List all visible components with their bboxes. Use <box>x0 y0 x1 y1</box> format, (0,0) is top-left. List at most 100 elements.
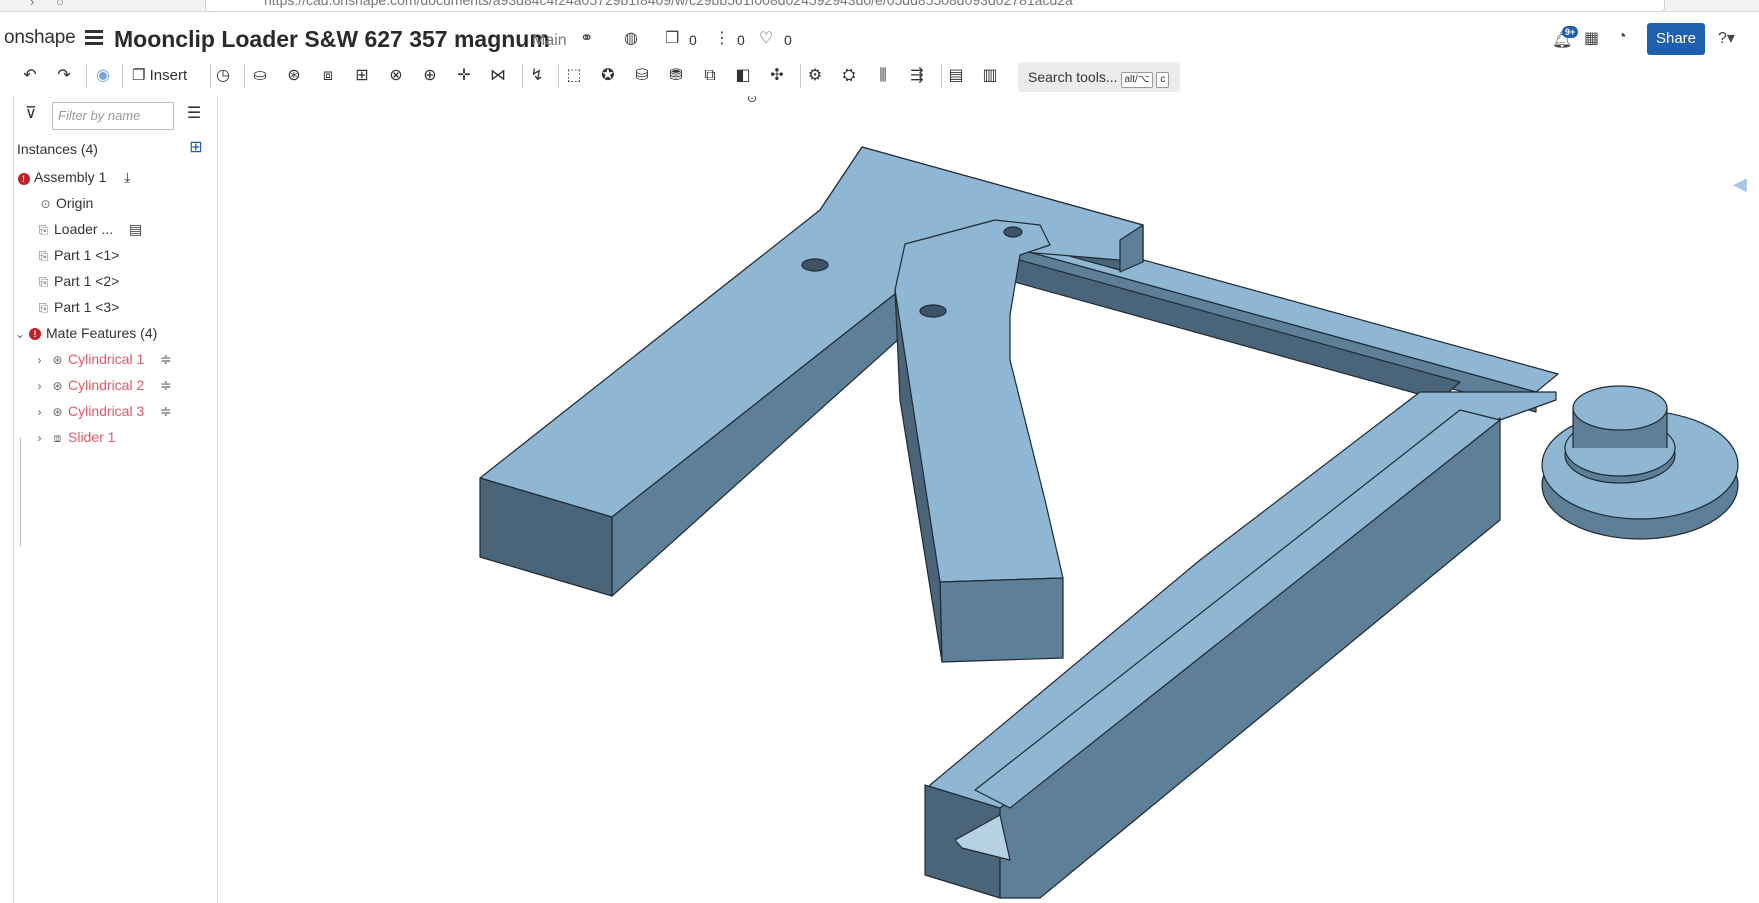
instance-label: Part 1 <2> <box>54 273 120 289</box>
replicate-icon[interactable]: ⛁ <box>630 64 654 88</box>
parallel-mate-icon[interactable]: ⋈ <box>486 64 510 88</box>
likes-count: 0 <box>784 32 792 48</box>
mate-label: Cylindrical 3 <box>68 403 145 419</box>
hamburger-menu-icon[interactable] <box>85 30 103 45</box>
rack-pinion-icon[interactable]: ⛭ <box>837 64 861 88</box>
part-icon: ⎘ <box>38 301 49 315</box>
pin-slot-mate-icon[interactable]: ⊕ <box>418 64 442 88</box>
shortcut-key-alt: alt/⌥ <box>1120 72 1154 88</box>
slider-mate-icon[interactable]: ⧈ <box>316 64 340 88</box>
instances-title: Instances (4) <box>17 141 98 157</box>
mate-cylindrical-1[interactable]: › ⊛ Cylindrical 1 ≑ <box>32 348 196 370</box>
offset-icon[interactable]: ≑ <box>160 374 172 396</box>
offset-icon[interactable]: ≑ <box>160 348 172 370</box>
branches-icon[interactable]: ⋮ <box>714 28 730 48</box>
section-view-icon[interactable]: ▥ <box>978 64 1002 88</box>
mate-slider-1[interactable]: › ⧈ Slider 1 <box>32 426 196 448</box>
instance-part-3[interactable]: ⎘ Part 1 <3> <box>36 296 120 318</box>
list-view-icon[interactable]: ☰ <box>182 102 206 126</box>
instance-label: Origin <box>56 195 94 211</box>
toolbar-divider <box>244 64 245 88</box>
chevron-right-icon[interactable]: › <box>32 349 47 371</box>
document-header: onshape Moonclip Loader S&W 627 357 magn… <box>0 12 1759 56</box>
branch-name[interactable]: Main <box>532 32 567 50</box>
chevron-right-icon[interactable]: › <box>32 375 47 397</box>
app-store-icon[interactable]: ▦ <box>1584 28 1599 48</box>
insert-icon: ❐ <box>132 67 150 84</box>
mate-cylindrical-3[interactable]: › ⊛ Cylindrical 3 ≑ <box>32 400 196 422</box>
learning-center-icon[interactable]: ◔ <box>1617 28 1627 46</box>
cylindrical-mate-icon[interactable]: ⊗ <box>384 64 408 88</box>
new-folder-icon[interactable]: ⊞ <box>184 136 208 160</box>
gear-relation-icon[interactable]: ⚙ <box>803 64 827 88</box>
graphics-viewport[interactable]: ◀ ⊙ <box>218 96 1759 903</box>
onshape-logo[interactable]: onshape <box>4 27 76 49</box>
explode-icon[interactable]: ◧ <box>731 64 755 88</box>
reload-icon[interactable]: ○ <box>56 0 64 9</box>
chevron-right-icon[interactable]: › <box>32 427 47 449</box>
regenerate-icon[interactable]: ◉ <box>91 64 115 88</box>
mate-cylindrical-2[interactable]: › ⊛ Cylindrical 2 ≑ <box>32 374 196 396</box>
url-field[interactable]: https://cad.onshape.com/documents/a93d84… <box>205 0 1665 11</box>
fixed-icon[interactable]: ▤ <box>129 221 142 237</box>
slider-mate-error-icon: ⧈ <box>53 431 62 445</box>
chevron-down-icon[interactable]: ⌄ <box>14 323 26 345</box>
mate-connector-icon[interactable]: ✪ <box>596 64 620 88</box>
toolbar-divider <box>941 64 942 88</box>
instance-label: Assembly 1 <box>34 169 107 185</box>
mate-features-title: Mate Features (4) <box>46 325 158 341</box>
linear-relation-icon[interactable]: ⇶ <box>905 64 929 88</box>
branches-count: 0 <box>737 32 745 48</box>
like-icon[interactable]: ♡ <box>759 28 773 48</box>
instance-part-1[interactable]: ⎘ Part 1 <1> <box>36 244 120 266</box>
document-title[interactable]: Moonclip Loader S&W 627 357 magnum <box>114 26 550 53</box>
mate-features-folder[interactable]: ⌄! Mate Features (4) <box>14 322 157 344</box>
tooltip-dot-icon: ⊙ <box>747 96 757 105</box>
filter-icon[interactable]: ⊽ <box>19 102 43 126</box>
tangent-mate-icon[interactable]: ↯ <box>525 64 549 88</box>
toolbar-divider <box>522 64 523 88</box>
filter-by-name-input[interactable]: Filter by name <box>52 102 174 130</box>
fix-icon[interactable]: ⤓ <box>124 169 130 185</box>
revolute-mate-icon[interactable]: ⊛ <box>282 64 306 88</box>
instance-loader[interactable]: ⎘ Loader ... ▤ <box>36 218 143 240</box>
undo-icon[interactable]: ↶ <box>18 64 42 88</box>
pattern-icon[interactable]: ⛃ <box>664 64 688 88</box>
insert-label: Insert <box>149 67 188 84</box>
share-button[interactable]: Share <box>1647 23 1705 55</box>
mirror-icon[interactable]: ⧉ <box>698 64 722 88</box>
measure-icon[interactable]: ▤ <box>944 64 968 88</box>
planar-mate-icon[interactable]: ⊞ <box>350 64 374 88</box>
origin-icon: ⊙ <box>40 197 51 211</box>
mate-label: Cylindrical 1 <box>68 351 145 367</box>
cylindrical-mate-error-icon: ⊛ <box>52 405 63 419</box>
pivot-disk-part[interactable] <box>1541 385 1739 540</box>
ball-mate-icon[interactable]: ✛ <box>452 64 476 88</box>
instance-part-2[interactable]: ⎘ Part 1 <2> <box>36 270 120 292</box>
redo-icon[interactable]: ↷ <box>52 64 76 88</box>
versions-icon[interactable]: ❐ <box>665 28 679 48</box>
search-tools-button[interactable]: Search tools... alt/⌥ c <box>1018 62 1180 92</box>
insert-button[interactable]: ❐ Insert <box>132 64 187 88</box>
instance-assembly[interactable]: ! Assembly 1 ⤓ <box>16 166 130 188</box>
cylindrical-mate-error-icon: ⊛ <box>52 379 63 393</box>
offset-icon[interactable]: ≑ <box>160 400 172 422</box>
linear-pattern-icon[interactable]: ✣ <box>765 64 789 88</box>
help-icon[interactable]: ?▾ <box>1718 28 1735 48</box>
mate-label: Cylindrical 2 <box>68 377 145 393</box>
instance-origin[interactable]: ⊙ Origin <box>38 192 93 214</box>
group-icon[interactable]: ⬚ <box>562 64 586 88</box>
part-icon: ⎘ <box>38 275 49 289</box>
globe-icon[interactable]: ◍ <box>624 28 638 48</box>
instance-label: Part 1 <1> <box>54 247 120 263</box>
snapshot-icon[interactable]: ◷ <box>211 64 235 88</box>
instance-label: Part 1 <3> <box>54 299 120 315</box>
back-icon[interactable]: › <box>30 0 34 9</box>
assembly-model[interactable]: ◀ ⊙ <box>218 96 1759 903</box>
fastened-mate-icon[interactable]: ⛀ <box>248 64 272 88</box>
screw-relation-icon[interactable]: ⫼ <box>871 64 895 88</box>
chevron-right-icon[interactable]: › <box>32 401 47 423</box>
view-cube-arrow-icon[interactable]: ◀ <box>1733 174 1747 194</box>
link-icon[interactable]: ⚭ <box>580 28 593 48</box>
versions-count: 0 <box>689 32 697 48</box>
